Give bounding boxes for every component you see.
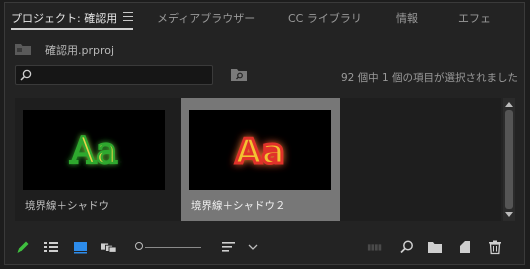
search-icon: [20, 69, 32, 81]
search-box[interactable]: [15, 65, 213, 85]
tab-project[interactable]: プロジェクト: 確認用: [11, 10, 117, 26]
tab-media-browser[interactable]: メディアブラウザー: [157, 10, 255, 26]
list-item[interactable]: Aa 境界線＋シャドウ: [15, 98, 174, 221]
zoom-slider-handle[interactable]: [135, 242, 143, 250]
sort-icon[interactable]: [221, 239, 237, 255]
tab-info[interactable]: 情報: [396, 10, 418, 26]
chevron-down-icon[interactable]: [245, 239, 261, 255]
new-search-bin-icon[interactable]: [231, 68, 247, 81]
item-thumbnail: Aa: [189, 110, 331, 190]
selection-status: 92 個中 1 個の項目が選択されました: [340, 72, 518, 84]
scrollbar-thumb[interactable]: [505, 110, 513, 209]
new-bin-icon[interactable]: [427, 239, 443, 255]
list-view-icon[interactable]: [43, 239, 59, 255]
panel-menu-icon[interactable]: [123, 12, 133, 21]
bin-path-label: 確認用.prproj: [45, 44, 115, 57]
automate-to-sequence-icon[interactable]: [367, 239, 383, 255]
thumbnail-text: Aa: [69, 131, 117, 172]
item-grid: Aa 境界線＋シャドウ Aa 境界線＋シャドウ２: [15, 98, 501, 221]
project-panel: プロジェクト: 確認用 メディアブラウザー CC ライブラリ 情報 エフェ 確認…: [4, 2, 525, 265]
tab-cc-libraries[interactable]: CC ライブラリ: [288, 10, 362, 26]
freeform-view-icon[interactable]: [101, 239, 117, 255]
pencil-icon[interactable]: [15, 239, 31, 255]
find-icon[interactable]: [399, 239, 415, 255]
item-label: 境界線＋シャドウ２: [191, 200, 286, 212]
active-tab-indicator: [11, 28, 133, 30]
item-label: 境界線＋シャドウ: [25, 200, 109, 212]
list-item-selected[interactable]: Aa 境界線＋シャドウ２: [181, 98, 340, 221]
icon-view-icon[interactable]: [73, 239, 89, 255]
search-input[interactable]: [38, 67, 212, 85]
panel-tabs: プロジェクト: 確認用 メディアブラウザー CC ライブラリ 情報 エフェ: [5, 3, 524, 31]
new-item-icon[interactable]: [457, 239, 473, 255]
thumbnail-text: Aa: [235, 132, 284, 172]
trash-icon[interactable]: [487, 239, 503, 255]
bottom-toolbar: [5, 235, 524, 259]
zoom-slider[interactable]: [145, 247, 201, 248]
scroll-up-arrow-icon[interactable]: [505, 102, 513, 107]
vertical-scrollbar[interactable]: [503, 98, 515, 221]
bin-folder-icon: [15, 44, 31, 55]
tab-effects[interactable]: エフェ: [458, 10, 491, 26]
item-thumbnail: Aa: [23, 110, 165, 190]
scroll-down-arrow-icon[interactable]: [505, 212, 513, 217]
